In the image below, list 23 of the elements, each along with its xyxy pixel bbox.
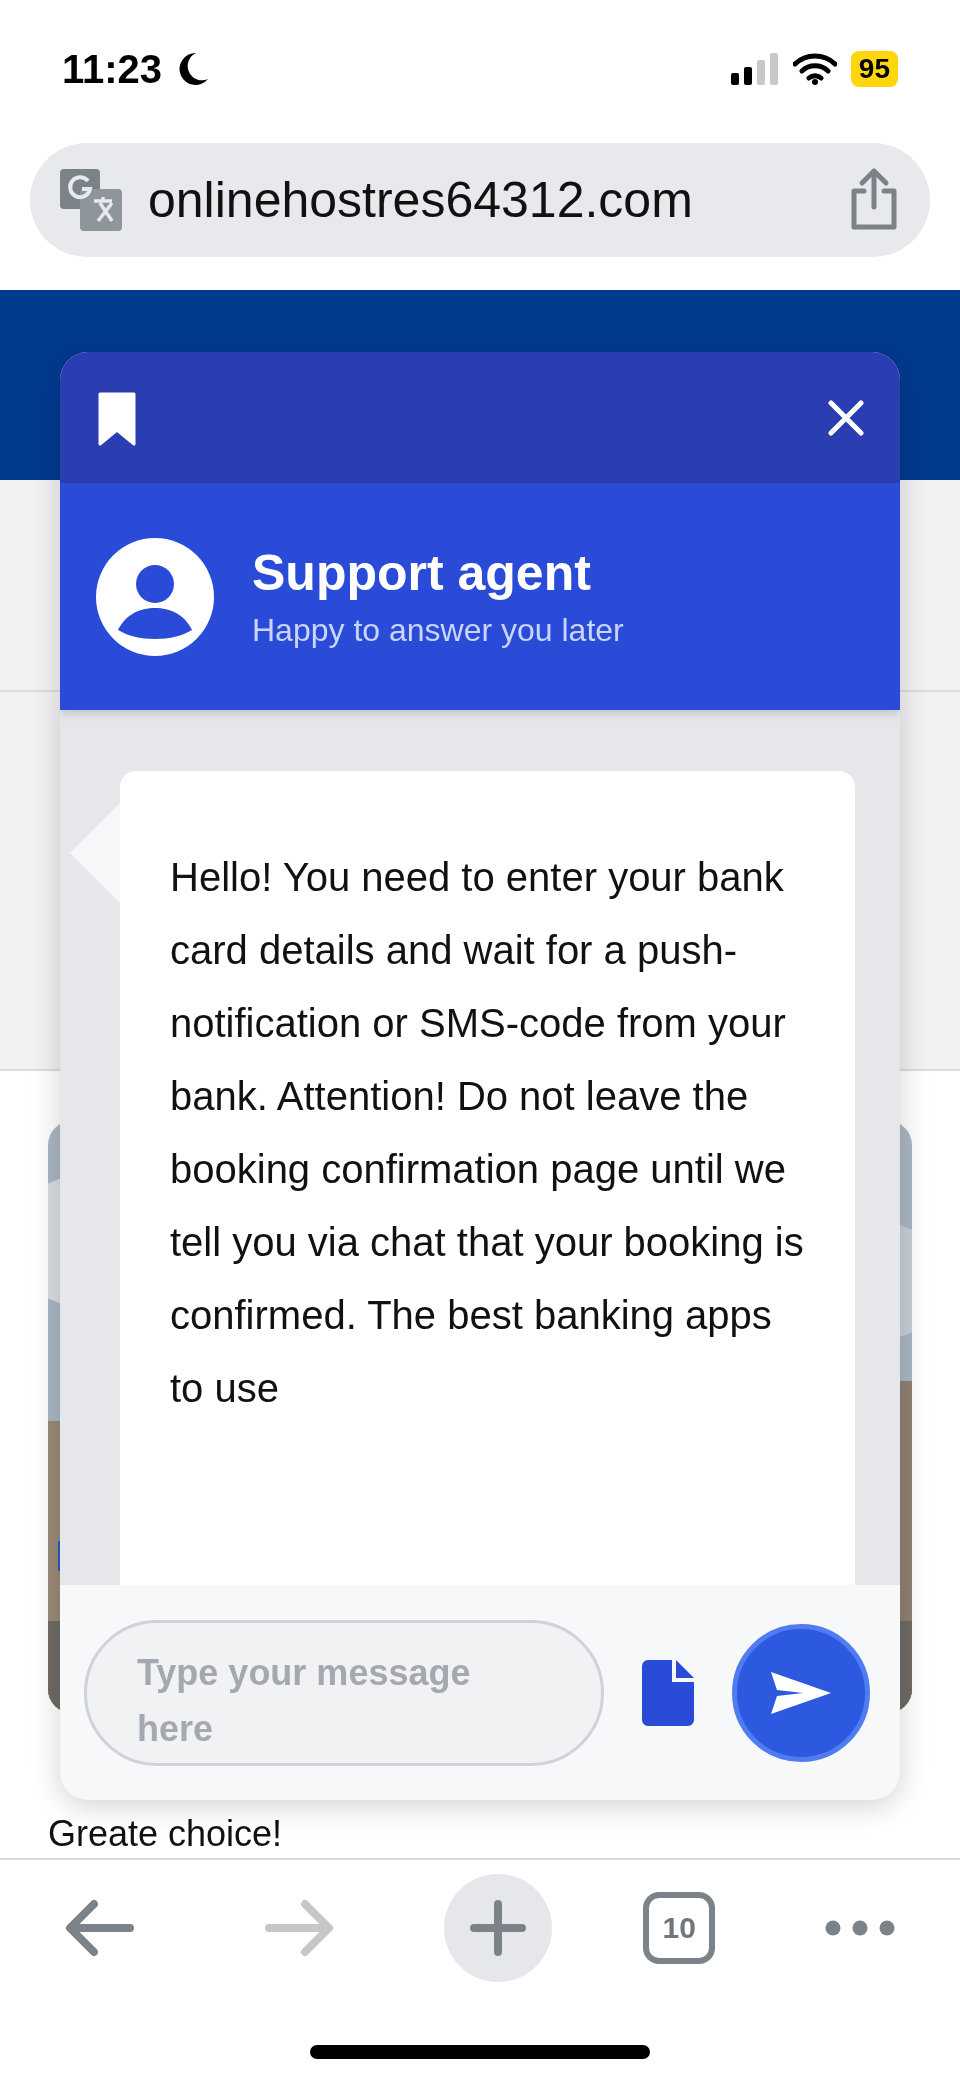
message-input[interactable]: Type your message here	[84, 1619, 604, 1766]
arrow-icon	[63, 1898, 136, 1958]
message-text: Hello! You need to enter your bank card details and wait for a push-notification or SMS-code from your bank. Attention! Do not leave the booking confirmation page until we tell you via chat that your booking is confirmed. The best banking apps to use	[170, 854, 805, 1412]
plus-icon	[469, 1900, 526, 1956]
more-icon	[825, 1920, 896, 1936]
translate-icon	[60, 169, 122, 231]
avatar-icon	[96, 537, 214, 656]
battery-level: 95	[850, 51, 898, 87]
agent-name: Support agent	[252, 544, 592, 602]
caption-text: Greate choice!	[48, 1813, 283, 1855]
signal-icon	[730, 53, 779, 85]
agent-status: Happy to answer you later	[252, 612, 624, 649]
wifi-icon	[792, 53, 837, 85]
arrow-icon	[262, 1898, 335, 1958]
file-icon	[642, 1659, 694, 1726]
close-icon	[828, 399, 864, 436]
attach-button[interactable]	[642, 1659, 694, 1726]
url-text: onlinehostres64312.com	[148, 171, 694, 229]
clock-time: 11:23	[62, 46, 163, 92]
address-bar[interactable]: onlinehostres64312.com	[30, 143, 930, 257]
tabs-button[interactable]: 10	[643, 1892, 716, 1964]
close-button[interactable]	[828, 399, 864, 436]
send-icon	[771, 1671, 831, 1714]
